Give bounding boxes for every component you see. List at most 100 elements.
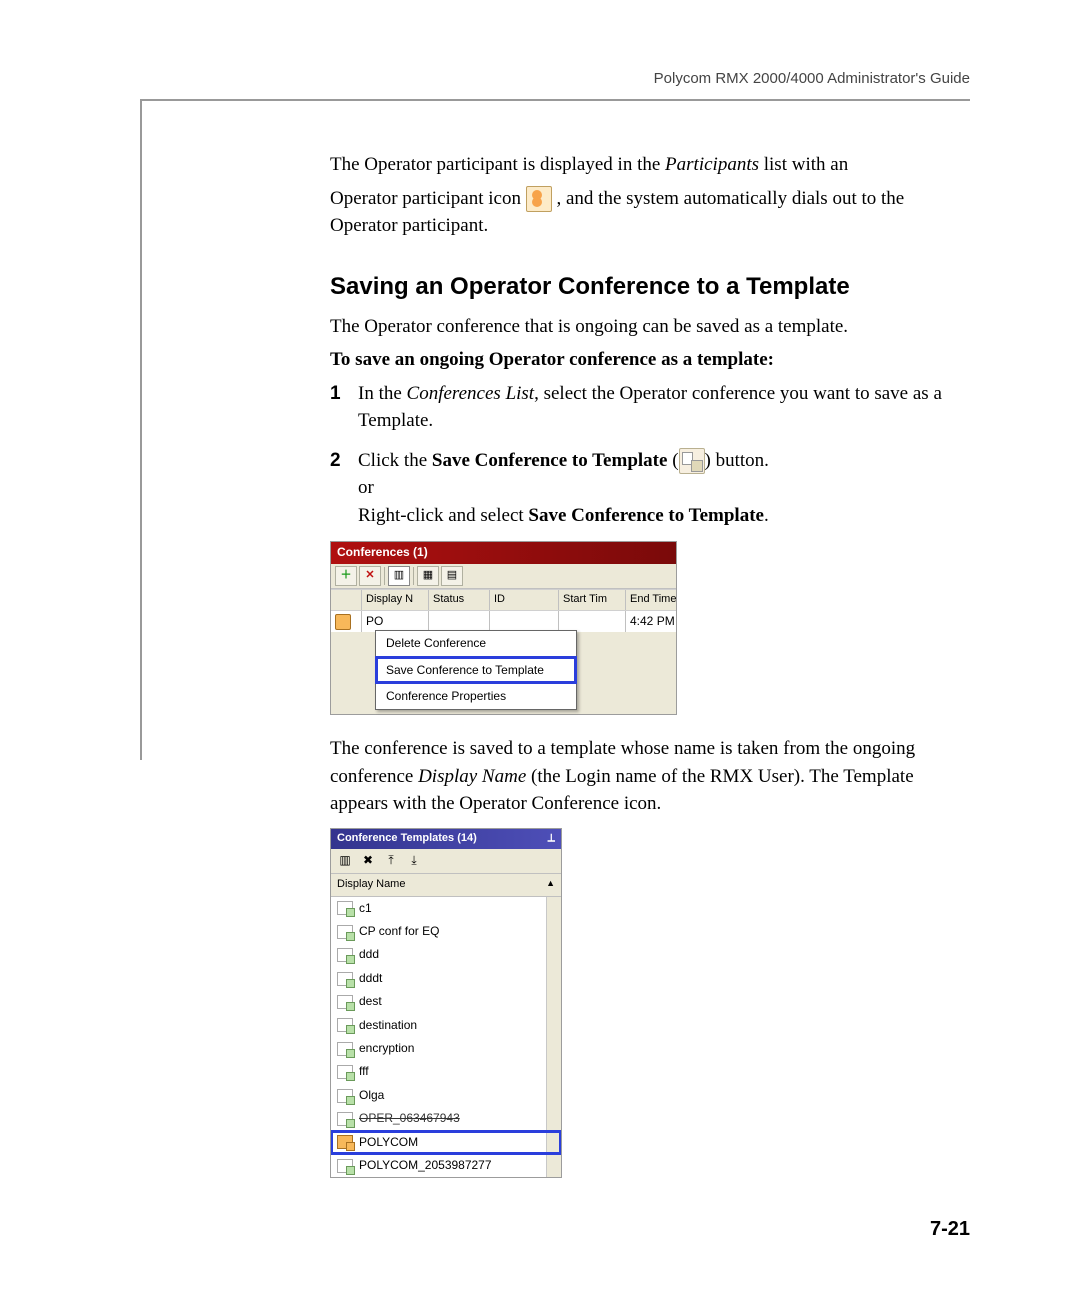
text: (: [667, 450, 678, 471]
conference-templates-panel: Conference Templates (14) ⟂ ▥ ✖ ⤒ ⤓ Disp…: [330, 828, 562, 1178]
template-icon: [337, 1112, 353, 1126]
title-text: Conference Templates (14): [337, 831, 477, 847]
list-item[interactable]: dest: [331, 990, 561, 1013]
template-icon: [337, 901, 353, 915]
cell-name: PO: [362, 611, 429, 632]
template-icon: [337, 1018, 353, 1032]
display-name-term: Display Name: [418, 766, 526, 787]
text: Click the: [358, 450, 432, 471]
list-item[interactable]: encryption: [331, 1037, 561, 1060]
template-icon: [337, 1159, 353, 1173]
list-item[interactable]: CP conf for EQ: [331, 920, 561, 943]
template-name: encryption: [359, 1040, 414, 1057]
panel-toolbar: ▥ ✖ ⤒ ⤓: [331, 849, 561, 873]
step-number: 2: [330, 447, 358, 530]
section-heading: Saving an Operator Conference to a Templ…: [330, 270, 970, 305]
text: .: [764, 505, 769, 526]
text: Operator participant icon: [330, 188, 526, 209]
col-end-time[interactable]: End Time: [626, 590, 676, 610]
col-start-time[interactable]: Start Tim: [559, 590, 626, 610]
view-mode-icon[interactable]: ▤: [441, 566, 463, 586]
section-intro: The Operator conference that is ongoing …: [330, 313, 970, 341]
step-1-body: In the Conferences List, select the Oper…: [358, 380, 970, 435]
column-header[interactable]: Display Name ▲: [331, 873, 561, 897]
save-template-icon: [679, 448, 705, 474]
text: list with an: [759, 154, 848, 175]
panel-title: Conferences (1): [331, 542, 676, 563]
col-status[interactable]: Status: [429, 590, 490, 610]
operator-participant-icon: [526, 186, 552, 212]
after-panel-paragraph: The conference is saved to a template wh…: [330, 735, 970, 818]
panel-title: Conference Templates (14) ⟂: [331, 829, 561, 849]
template-name: OPER_063467943: [359, 1110, 460, 1127]
delete-template-icon[interactable]: ✖: [358, 852, 378, 870]
template-name: c1: [359, 900, 372, 917]
list-item[interactable]: OPER_063467943: [331, 1107, 561, 1130]
new-template-icon[interactable]: ▥: [335, 852, 355, 870]
template-name: fff: [359, 1063, 369, 1080]
cell-id: [490, 611, 559, 632]
template-icon: [337, 972, 353, 986]
template-name: destination: [359, 1017, 417, 1034]
list-item[interactable]: POLYCOM_2053987277: [331, 1154, 561, 1177]
menu-save-conference-to-template[interactable]: Save Conference to Template: [376, 657, 576, 683]
import-template-icon[interactable]: ⤒: [381, 852, 401, 870]
template-name: ddd: [359, 946, 379, 963]
delete-conference-icon[interactable]: ✕: [359, 566, 381, 586]
template-icon: [337, 1089, 353, 1103]
conferences-panel: Conferences (1) ＋ ✕ ▥ ▦ ▤ Display N Stat…: [330, 541, 677, 715]
text: or: [358, 477, 374, 498]
separator: [384, 567, 385, 585]
save-conf-to-template-text: Save Conference to Template: [528, 505, 764, 526]
step-number: 1: [330, 380, 358, 435]
list-item[interactable]: c1: [331, 897, 561, 920]
participants-term: Participants: [665, 154, 759, 175]
add-conference-icon[interactable]: ＋: [335, 566, 357, 586]
panel-toolbar: ＋ ✕ ▥ ▦ ▤: [331, 564, 676, 589]
view-mode-icon[interactable]: ▦: [417, 566, 439, 586]
menu-conference-properties[interactable]: Conference Properties: [376, 683, 576, 709]
list-item[interactable]: fff: [331, 1060, 561, 1083]
list-item[interactable]: dddt: [331, 967, 561, 990]
list-item[interactable]: ddd: [331, 943, 561, 966]
text: The Operator participant is displayed in…: [330, 154, 665, 175]
template-name: dddt: [359, 970, 382, 987]
operator-conference-icon: [337, 1135, 353, 1149]
template-name: dest: [359, 993, 382, 1010]
context-menu: Delete Conference Save Conference to Tem…: [375, 630, 577, 710]
text: In the: [358, 383, 407, 404]
template-icon: [337, 1065, 353, 1079]
cell-status: [429, 611, 490, 632]
template-icon: [337, 1042, 353, 1056]
list-item[interactable]: Olga: [331, 1084, 561, 1107]
template-icon: [337, 925, 353, 939]
col-id[interactable]: ID: [490, 590, 559, 610]
cell-start: [559, 611, 626, 632]
sort-ascending-icon: ▲: [546, 877, 555, 893]
step-2-body: Click the Save Conference to Template ()…: [358, 447, 970, 530]
procedure-title: To save an ongoing Operator conference a…: [330, 346, 970, 374]
rule: [140, 99, 970, 101]
col-display-name[interactable]: Display N: [362, 590, 429, 610]
menu-delete-conference[interactable]: Delete Conference: [376, 631, 576, 656]
save-template-icon[interactable]: ▥: [388, 566, 410, 586]
intro-line-2: Operator participant icon , and the syst…: [330, 185, 970, 240]
pin-icon[interactable]: ⟂: [548, 831, 555, 847]
col-icon: [331, 590, 362, 610]
template-icon: [337, 995, 353, 1009]
col-display-name: Display Name: [337, 877, 405, 893]
list-item[interactable]: POLYCOM: [331, 1131, 561, 1154]
list-item[interactable]: destination: [331, 1014, 561, 1037]
intro-line-1: The Operator participant is displayed in…: [330, 151, 970, 179]
margin-bar: [140, 100, 142, 760]
operator-conference-icon: [331, 611, 362, 632]
template-name: CP conf for EQ: [359, 923, 439, 940]
template-icon: [337, 948, 353, 962]
table-row[interactable]: PO 4:42 PM: [331, 610, 676, 632]
export-template-icon[interactable]: ⤓: [404, 852, 424, 870]
template-name: Olga: [359, 1087, 384, 1104]
templates-list: c1 CP conf for EQ ddd dddt dest destination en…: [331, 897, 561, 1177]
panel-body: Delete Conference Save Conference to Tem…: [331, 632, 676, 714]
template-name: POLYCOM_2053987277: [359, 1157, 492, 1174]
page-number: 7-21: [140, 1218, 970, 1241]
